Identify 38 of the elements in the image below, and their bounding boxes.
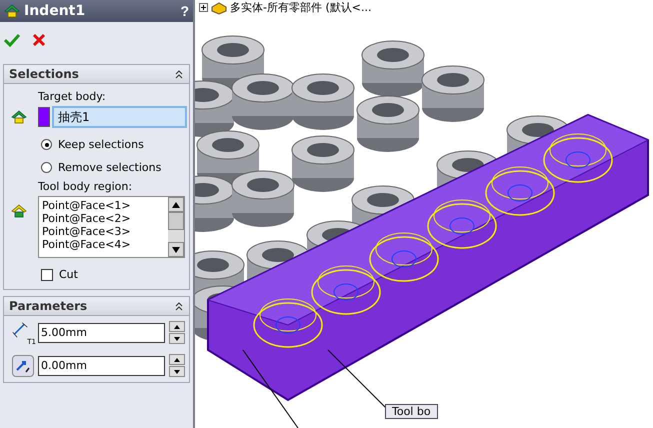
value-field[interactable]: 5.00mm [38,322,165,342]
field-label: Tool body region: [37,180,134,193]
group-header[interactable]: Selections [4,65,189,84]
expand-toggle[interactable] [199,3,208,12]
spin-buttons[interactable] [169,354,185,377]
cancel-x-icon[interactable] [32,33,46,47]
radio-button[interactable] [41,139,52,150]
collapse-chevron-icon[interactable] [174,69,184,79]
part-icon [211,0,227,14]
radio-button[interactable] [41,162,52,173]
checkbox[interactable] [41,268,53,280]
ok-check-icon[interactable] [4,33,20,47]
list-item[interactable]: Point@Face<1> [42,199,165,212]
feature-icon [4,4,20,18]
group-title: Parameters [9,299,88,313]
tree-item[interactable]: 多实体-所有零部件 (默认<... [230,0,372,15]
color-swatch [38,107,50,127]
value-field[interactable]: 0.00mm [38,356,165,376]
collapse-chevron-icon[interactable] [174,301,184,311]
tooltip: Tool bo [385,404,438,419]
field-label: Target body: [37,90,107,103]
help-button[interactable]: ? [180,3,189,19]
body-icon [10,204,28,218]
group-title: Selections [9,67,79,81]
panel-title: Indent1 [24,3,86,19]
thickness-icon [12,322,28,338]
direction-button[interactable] [12,354,34,376]
cut-checkbox-row[interactable]: Cut [4,268,189,281]
target-body-field[interactable]: 抽壳1 [52,106,187,128]
group-header[interactable]: Parameters [4,297,189,316]
spin-buttons[interactable] [169,321,185,344]
list-item[interactable]: Point@Face<2> [42,212,165,225]
radio-option[interactable]: Remove selections [4,161,189,174]
radio-option[interactable]: Keep selections [4,138,189,151]
scroll-bar[interactable] [168,197,184,257]
list-item[interactable]: Point@Face<4> [42,238,165,251]
list-item[interactable]: Point@Face<3> [42,225,165,238]
body-icon [10,110,28,124]
